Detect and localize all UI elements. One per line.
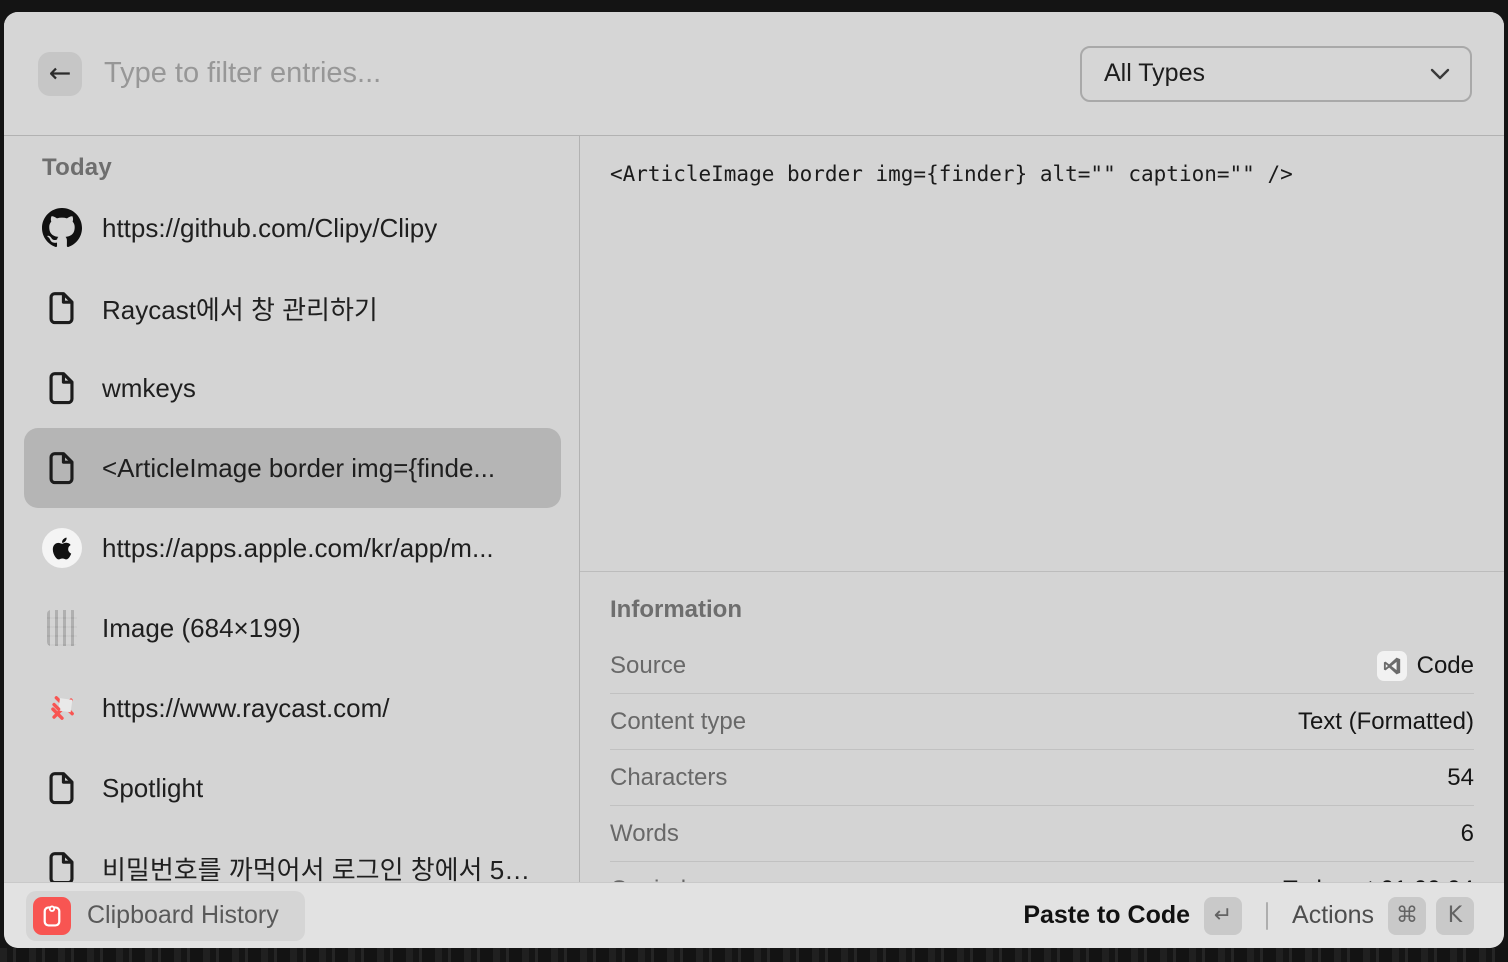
detail-pane: <ArticleImage border img={finder} alt=""… (580, 136, 1504, 948)
clipboard-history-window: ← All Types Today https://github.com/Cli… (4, 12, 1504, 948)
list-item-label: https://www.raycast.com/ (102, 693, 390, 724)
list-item[interactable]: Raycast에서 창 관리하기 (24, 268, 561, 348)
list-item-label: wmkeys (102, 373, 196, 404)
command-key-icon[interactable]: ⌘ (1388, 897, 1426, 935)
list-item[interactable]: Spotlight (24, 748, 561, 828)
info-value: Text (Formatted) (1298, 708, 1474, 736)
type-filter-selected-value: All Types (1104, 59, 1205, 88)
enter-key-icon[interactable]: ↵ (1204, 897, 1242, 935)
info-value: 54 (1447, 764, 1474, 792)
app-identity[interactable]: Clipboard History (26, 891, 305, 941)
document-icon (40, 451, 84, 485)
back-button[interactable]: ← (38, 52, 82, 96)
list-item[interactable]: wmkeys (24, 348, 561, 428)
footer-divider (1266, 902, 1268, 930)
background-window-remnant (0, 948, 1508, 962)
info-row-content-type: Content type Text (Formatted) (610, 694, 1474, 750)
actions-menu-button[interactable]: Actions (1292, 901, 1374, 930)
list-item-label: 비밀번호를 까먹어서 로그인 창에서 5회... (102, 850, 545, 887)
search-input[interactable] (104, 57, 1080, 90)
info-row-characters: Characters 54 (610, 750, 1474, 806)
info-label: Content type (610, 708, 746, 736)
action-bar: Clipboard History Paste to Code ↵ Action… (4, 882, 1504, 948)
list-item[interactable]: https://www.raycast.com/ (24, 668, 561, 748)
list-section-title: Today (42, 154, 561, 182)
list-item-label: https://github.com/Clipy/Clipy (102, 213, 437, 244)
image-thumbnail (40, 610, 84, 646)
paste-to-code-action[interactable]: Paste to Code (1023, 901, 1190, 930)
clipboard-content-preview: <ArticleImage border img={finder} alt=""… (580, 136, 1504, 572)
information-title: Information (610, 592, 1474, 638)
github-icon (40, 208, 84, 248)
info-value: 6 (1461, 820, 1474, 848)
k-key-icon[interactable]: K (1436, 897, 1474, 935)
back-arrow-icon: ← (49, 58, 72, 89)
chevron-down-icon (1430, 68, 1450, 80)
search-header: ← All Types (4, 12, 1504, 136)
list-item[interactable]: https://github.com/Clipy/Clipy (24, 188, 561, 268)
list-item-label: Image (684×199) (102, 613, 301, 644)
clipboard-history-icon (33, 897, 71, 935)
type-filter-dropdown[interactable]: All Types (1080, 46, 1472, 102)
apple-icon (40, 528, 84, 568)
list-item-label: Raycast에서 창 관리하기 (102, 290, 378, 327)
list-item-selected[interactable]: <ArticleImage border img={finde... (24, 428, 561, 508)
document-icon (40, 771, 84, 805)
list-item[interactable]: https://apps.apple.com/kr/app/m... (24, 508, 561, 588)
list-item-label: <ArticleImage border img={finde... (102, 453, 495, 484)
content-area: Today https://github.com/Clipy/Clipy Ray… (4, 136, 1504, 948)
document-icon (40, 371, 84, 405)
vscode-icon (1377, 651, 1407, 681)
info-row-words: Words 6 (610, 806, 1474, 862)
app-name-label: Clipboard History (87, 901, 279, 930)
document-icon (40, 851, 84, 885)
info-value: Code (1417, 652, 1474, 680)
list-item-label: https://apps.apple.com/kr/app/m... (102, 533, 494, 564)
info-label: Characters (610, 764, 727, 792)
raycast-favicon-icon (40, 691, 84, 725)
list-item-label: Spotlight (102, 773, 203, 804)
document-icon (40, 291, 84, 325)
list-item[interactable]: Image (684×199) (24, 588, 561, 668)
info-row-source: Source Code (610, 638, 1474, 694)
clipboard-entry-list: Today https://github.com/Clipy/Clipy Ray… (4, 136, 580, 948)
info-label: Words (610, 820, 679, 848)
information-section: Information Source Code Content type Tex… (580, 572, 1504, 918)
info-label: Source (610, 652, 686, 680)
